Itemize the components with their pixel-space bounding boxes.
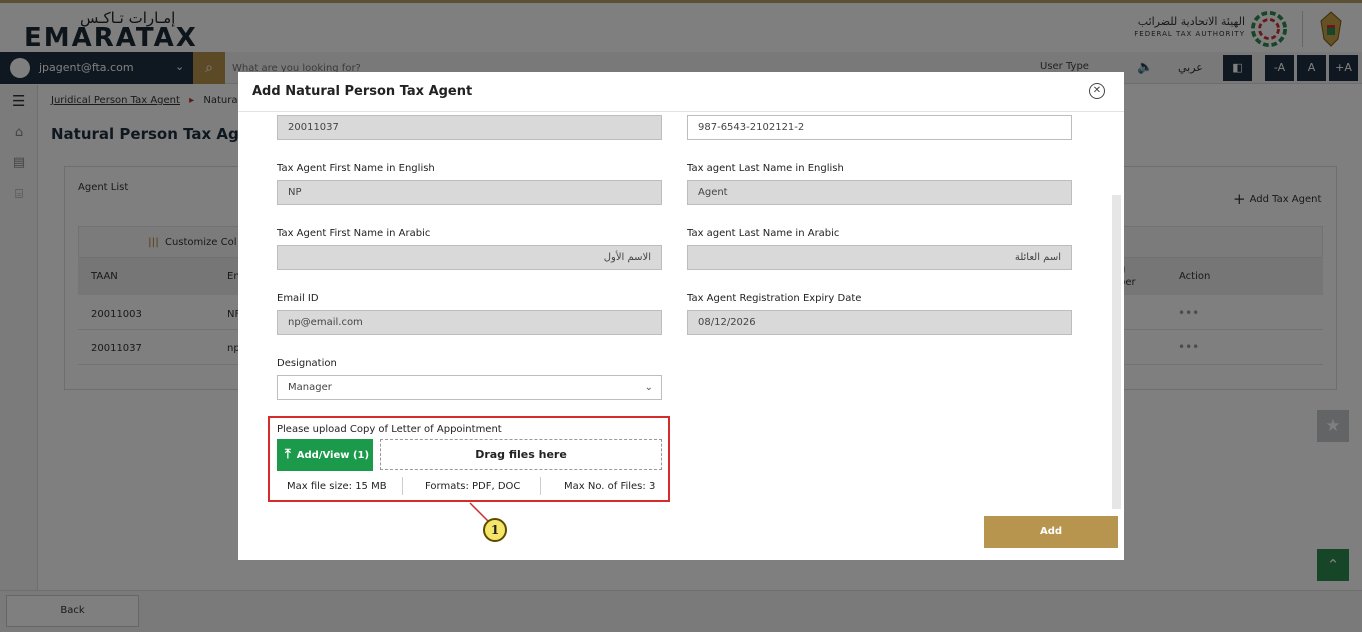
callout-pointer [469, 502, 489, 522]
callout-badge: 1 [483, 518, 507, 542]
